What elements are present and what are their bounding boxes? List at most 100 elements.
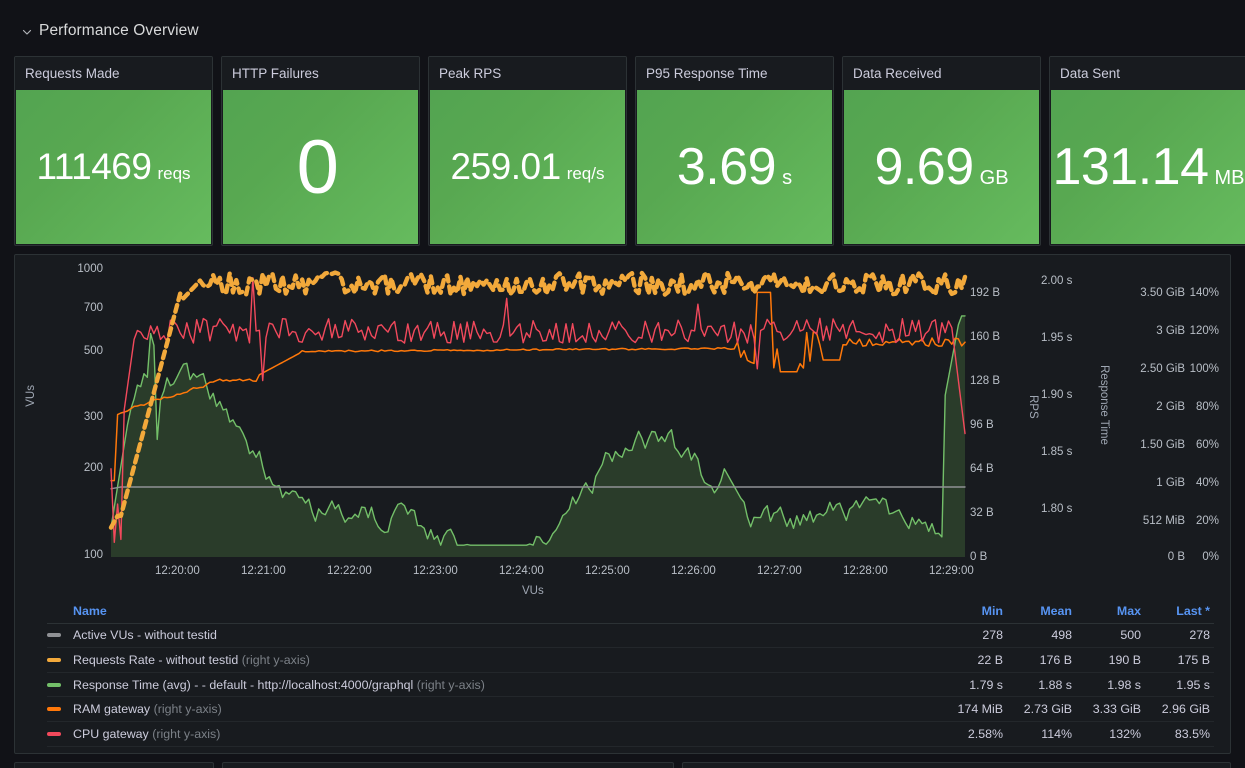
legend-col-min[interactable]: Min bbox=[938, 604, 1007, 618]
legend-series-name[interactable]: Active VUs - without testid bbox=[73, 628, 938, 642]
legend-series-axis-note: (right y-axis) bbox=[153, 702, 222, 717]
legend-series-name[interactable]: Requests Rate - without testid (right y-… bbox=[73, 653, 938, 667]
x-tick-8: 12:28:00 bbox=[843, 565, 888, 577]
legend-col-max[interactable]: Max bbox=[1076, 604, 1145, 618]
stat-number: 259.01 bbox=[450, 146, 562, 187]
y-tick-percent-5: 40% bbox=[1195, 477, 1219, 489]
y-tick-seconds-3: 1.85 s bbox=[1041, 446, 1073, 458]
legend-series-color-swatch[interactable] bbox=[47, 707, 73, 712]
legend-row[interactable]: Requests Rate - without testid (right y-… bbox=[47, 648, 1214, 673]
legend-series-label: Requests Rate - without testid bbox=[73, 652, 239, 667]
legend-series-color-swatch[interactable] bbox=[47, 682, 73, 687]
legend-series-name[interactable]: CPU gateway (right y-axis) bbox=[73, 727, 938, 741]
stat-panel-data-sent[interactable]: Data Sent 131.14 MB bbox=[1049, 56, 1245, 246]
row-header-performance-overview[interactable]: Performance Overview bbox=[22, 18, 199, 44]
y-tick-bytes-5: 32 B bbox=[970, 507, 994, 519]
stat-value-area: 3.69 s bbox=[637, 90, 832, 244]
stat-value-area: 259.01 req/s bbox=[430, 90, 625, 244]
stat-value-area: 131.14 MB bbox=[1051, 90, 1245, 244]
y-tick-percent-3: 80% bbox=[1195, 401, 1219, 413]
stat-number: 131.14 bbox=[1052, 138, 1209, 196]
legend-series-label: Response Time (avg) - - default - http:/… bbox=[73, 677, 414, 692]
y-tick-left-2: 500 bbox=[83, 345, 103, 357]
legend-value-max: 3.33 GiB bbox=[1092, 702, 1141, 717]
y-tick-seconds-0: 2.00 s bbox=[1041, 275, 1073, 287]
y-axis-label-response-time-text: Response Time bbox=[1098, 365, 1110, 445]
legend-series-axis-note: (right y-axis) bbox=[241, 652, 310, 667]
stat-panel-group: Requests Made 111469 reqs HTTP Failures … bbox=[14, 56, 1245, 246]
legend-series-color-swatch[interactable] bbox=[47, 657, 73, 662]
panel-title: Requests Made bbox=[15, 57, 212, 90]
stat-unit: s bbox=[782, 167, 793, 189]
y-axis-label-vus: VUs bbox=[25, 385, 37, 407]
legend-row[interactable]: RAM gateway (right y-axis) 174 MiB 2.73 … bbox=[47, 697, 1214, 722]
row-title: Performance Overview bbox=[39, 22, 199, 39]
legend-series-color-swatch[interactable] bbox=[47, 731, 73, 736]
y-tick-bytes-1: 160 B bbox=[970, 331, 1001, 343]
stat-panel-peak-rps[interactable]: Peak RPS 259.01 req/s bbox=[428, 56, 627, 246]
y-tick-left-4: 200 bbox=[83, 462, 103, 474]
next-row-panel-3[interactable] bbox=[682, 762, 1231, 768]
x-tick-7: 12:27:00 bbox=[757, 565, 802, 577]
stat-number: 0 bbox=[296, 124, 339, 210]
y-tick-bytes-3: 96 B bbox=[970, 419, 994, 431]
legend-col-mean[interactable]: Mean bbox=[1007, 604, 1076, 618]
y-tick-seconds-2: 1.90 s bbox=[1041, 389, 1073, 401]
legend-row[interactable]: Active VUs - without testid 278 498 500 … bbox=[47, 624, 1214, 649]
legend-value-max: 190 B bbox=[1108, 652, 1141, 667]
legend-value-mean: 114% bbox=[1041, 726, 1072, 741]
x-tick-2: 12:22:00 bbox=[327, 565, 372, 577]
legend-value-mean: 1.88 s bbox=[1038, 677, 1072, 692]
stat-unit: req/s bbox=[566, 164, 605, 183]
stat-number: 3.69 bbox=[676, 138, 777, 196]
next-row-panel-2[interactable] bbox=[222, 762, 674, 768]
stat-panel-http-failures[interactable]: HTTP Failures 0 bbox=[221, 56, 420, 246]
plot-area[interactable]: 1000 700 500 300 200 100 VUs 192 B 160 B… bbox=[15, 255, 1230, 599]
timeseries-panel[interactable]: 1000 700 500 300 200 100 VUs 192 B 160 B… bbox=[14, 254, 1231, 754]
stat-panel-requests-made[interactable]: Requests Made 111469 reqs bbox=[14, 56, 213, 246]
legend-series-name[interactable]: RAM gateway (right y-axis) bbox=[73, 702, 938, 716]
legend-value-max: 132% bbox=[1109, 726, 1141, 741]
legend-series-label: CPU gateway bbox=[73, 726, 149, 741]
x-axis-label: VUs bbox=[522, 585, 544, 597]
legend-value-min: 22 B bbox=[977, 652, 1004, 667]
legend-series-label: Active VUs - without testid bbox=[73, 628, 217, 643]
panel-title: Peak RPS bbox=[429, 57, 626, 90]
legend-value-last: 83.5% bbox=[1174, 726, 1210, 741]
legend-row[interactable]: Response Time (avg) - - default - http:/… bbox=[47, 673, 1214, 698]
y-tick-seconds-4: 1.80 s bbox=[1041, 503, 1073, 515]
chevron-down-icon[interactable] bbox=[22, 27, 32, 37]
legend-series-axis-note: (right y-axis) bbox=[416, 677, 485, 692]
legend-row[interactable]: CPU gateway (right y-axis) 2.58% 114% 13… bbox=[47, 722, 1214, 747]
legend-value-min: 1.79 s bbox=[969, 677, 1003, 692]
y-tick-left-1: 700 bbox=[83, 302, 103, 314]
legend-header-row: Name Min Mean Max Last * bbox=[47, 599, 1214, 624]
legend-series-label: RAM gateway bbox=[73, 702, 151, 717]
x-tick-9: 12:29:00 bbox=[929, 565, 974, 577]
y-tick-left-5: 100 bbox=[83, 549, 103, 561]
legend-value-max: 500 bbox=[1120, 628, 1141, 643]
legend-value-max: 1.98 s bbox=[1107, 677, 1141, 692]
legend-col-last[interactable]: Last * bbox=[1145, 604, 1214, 618]
legend-value-last: 278 bbox=[1189, 628, 1210, 643]
x-tick-6: 12:26:00 bbox=[671, 565, 716, 577]
stat-panel-p95-response-time[interactable]: P95 Response Time 3.69 s bbox=[635, 56, 834, 246]
legend-value-mean: 2.73 GiB bbox=[1023, 702, 1072, 717]
legend-value-min: 2.58% bbox=[967, 726, 1003, 741]
next-row-panel-1[interactable] bbox=[14, 762, 214, 768]
stat-panel-data-received[interactable]: Data Received 9.69 GB bbox=[842, 56, 1041, 246]
legend-table[interactable]: Name Min Mean Max Last * Active VUs - wi… bbox=[15, 599, 1230, 753]
legend-series-axis-note: (right y-axis) bbox=[152, 726, 221, 741]
legend-value-mean: 498 bbox=[1051, 628, 1072, 643]
legend-series-color-swatch[interactable] bbox=[47, 633, 73, 638]
stat-value-area: 111469 reqs bbox=[16, 90, 211, 244]
y-tick-percent-0: 140% bbox=[1189, 287, 1219, 299]
grafana-dashboard: Performance Overview Requests Made 11146… bbox=[0, 0, 1245, 768]
legend-value-last: 175 B bbox=[1177, 652, 1210, 667]
y-tick-percent-2: 100% bbox=[1189, 363, 1219, 375]
legend-col-name[interactable]: Name bbox=[73, 604, 938, 618]
legend-value-last: 1.95 s bbox=[1176, 677, 1210, 692]
y-tick-percent-7: 0% bbox=[1202, 551, 1219, 563]
legend-series-name[interactable]: Response Time (avg) - - default - http:/… bbox=[73, 678, 938, 692]
y-tick-bytes-6: 0 B bbox=[970, 551, 988, 563]
